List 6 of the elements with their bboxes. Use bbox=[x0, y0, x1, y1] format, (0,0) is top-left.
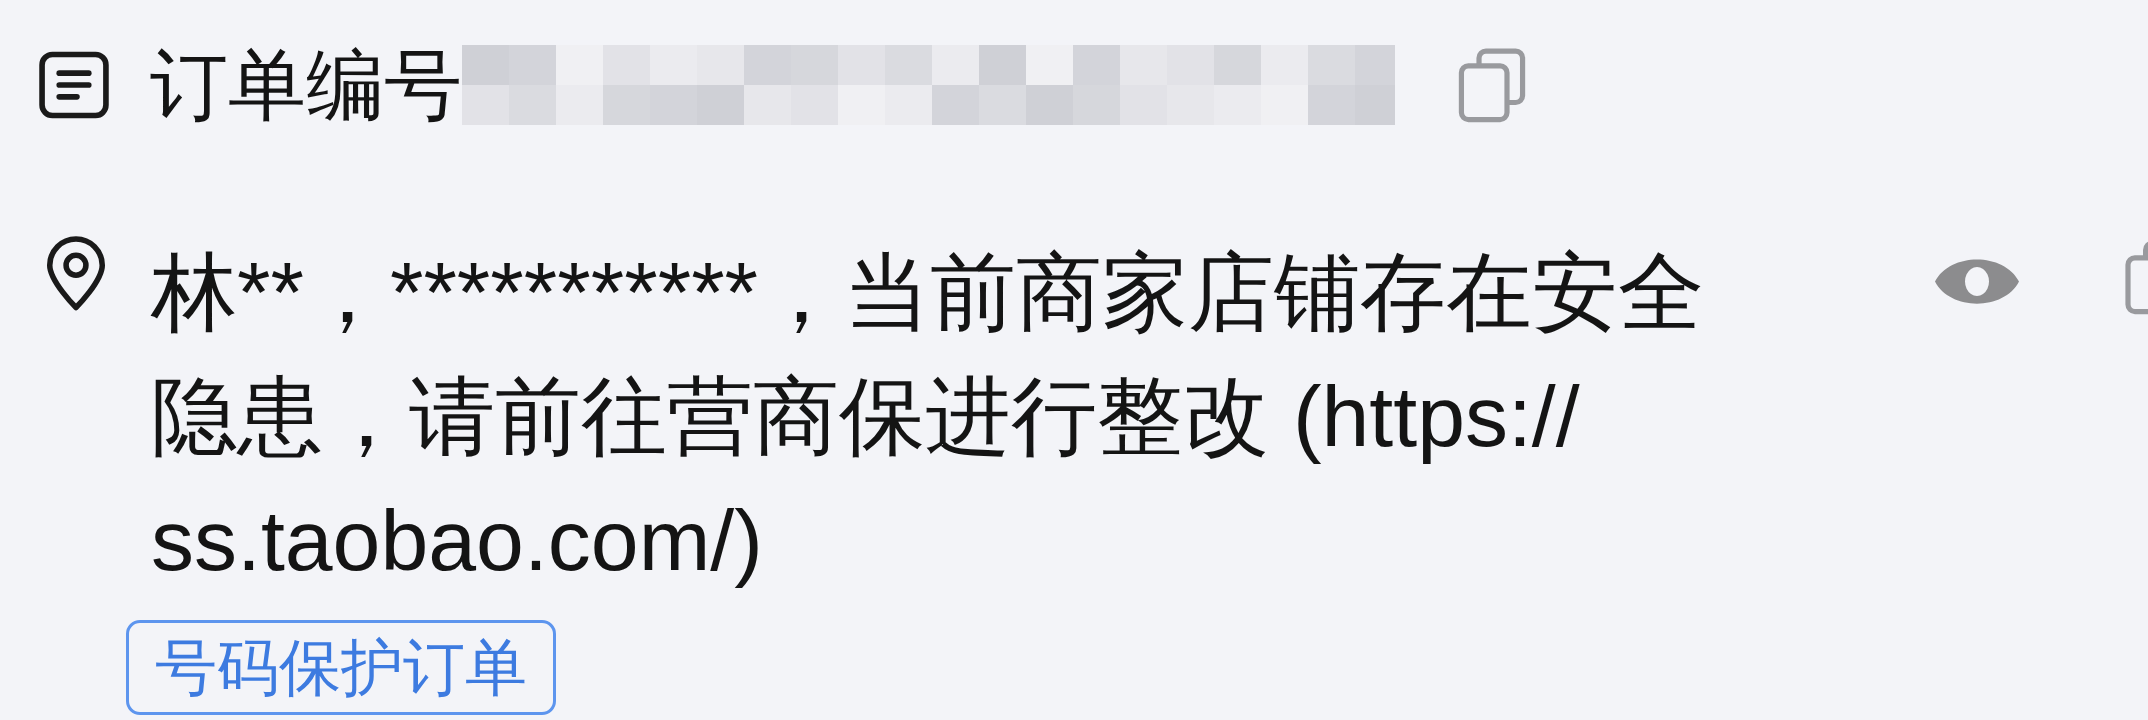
memo-icon bbox=[38, 51, 110, 119]
copy-icon[interactable] bbox=[2123, 240, 2148, 315]
order-number-label: 订单编号 bbox=[150, 45, 462, 125]
address-text: 林**，***********，当前商家店铺存在安全隐患，请前往营商保进行整改 (https://ss.taobao.com/) bbox=[151, 243, 1706, 590]
number-protection-tag: 号码保护订单 bbox=[126, 620, 556, 715]
copy-icon[interactable] bbox=[1457, 47, 1527, 123]
